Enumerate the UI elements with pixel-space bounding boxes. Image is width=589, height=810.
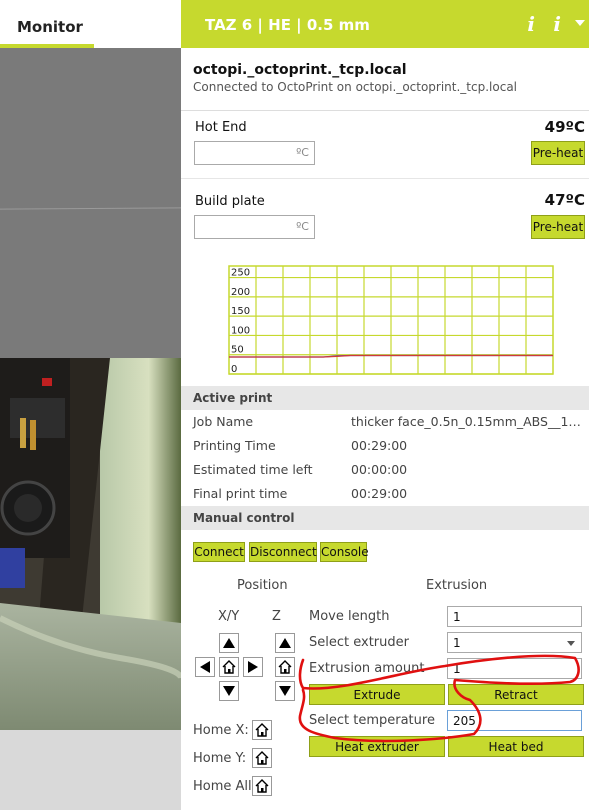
home-icon [255, 779, 269, 793]
move-length-label: Move length [309, 609, 390, 624]
home-x-label: Home X: [193, 723, 249, 738]
disconnect-button[interactable]: Disconnect [249, 542, 317, 562]
arrow-right-icon [248, 661, 258, 673]
row-label: Printing Time [193, 438, 276, 453]
time-left-row: Estimated time left 00:00:00 [181, 458, 589, 482]
printer-title: TAZ 6 | HE | 0.5 mm [205, 16, 370, 34]
camera-feed [0, 358, 181, 730]
tab-monitor[interactable]: Monitor [0, 0, 94, 48]
home-y-label: Home Y: [193, 751, 247, 766]
home-icon [222, 660, 236, 674]
info-icon-2[interactable]: i [553, 12, 561, 36]
jog-home-xy-button[interactable] [219, 657, 239, 677]
build-plate-panel: Build plate 47ºC ºC Pre-heat [181, 179, 589, 254]
unit-label: ºC [296, 146, 309, 159]
chevron-down-icon[interactable] [575, 20, 585, 26]
chevron-down-icon [567, 641, 575, 646]
select-extruder-label: Select extruder [309, 635, 409, 650]
chart-y-tick-label: 200 [231, 287, 250, 298]
extrusion-amount-label: Extrusion amount [309, 661, 425, 676]
temperature-chart: 250 200 150 100 50 0 [181, 254, 589, 384]
home-icon [255, 751, 269, 765]
unit-label: ºC [296, 220, 309, 233]
jog-z-minus-button[interactable] [275, 681, 295, 701]
build-plate-label: Build plate [195, 194, 265, 209]
extrusion-amount-input[interactable]: 1 [447, 658, 582, 679]
heat-extruder-button[interactable]: Heat extruder [309, 736, 445, 757]
extrude-button[interactable]: Extrude [309, 684, 445, 705]
active-print-heading: Active print [181, 386, 589, 410]
select-temperature-input[interactable]: 205 [447, 710, 582, 731]
chart-y-tick-label: 0 [231, 364, 237, 375]
jog-x-minus-button[interactable] [195, 657, 215, 677]
tab-bar: Monitor [0, 0, 181, 48]
manual-control-heading: Manual control [181, 506, 589, 530]
heat-bed-button[interactable]: Heat bed [448, 736, 584, 757]
arrow-left-icon [200, 661, 210, 673]
final-print-time-row: Final print time 00:29:00 [181, 482, 589, 506]
arrow-up-icon [223, 638, 235, 648]
info-icon[interactable]: i [527, 12, 535, 36]
jog-y-minus-button[interactable] [219, 681, 239, 701]
connect-button[interactable]: Connect [193, 542, 245, 562]
divider [0, 207, 181, 210]
arrow-down-icon [223, 686, 235, 696]
chart-y-tick-label: 250 [231, 268, 250, 279]
connection-info: octopi._octoprint._tcp.local Connected t… [181, 48, 589, 111]
home-y-button[interactable] [252, 748, 272, 768]
connection-host: octopi._octoprint._tcp.local [193, 62, 407, 78]
z-label: Z [272, 609, 281, 624]
extrusion-heading: Extrusion [426, 578, 488, 593]
build-plate-temperature: 47ºC [544, 191, 585, 209]
position-heading: Position [237, 578, 288, 593]
row-value: 00:00:00 [351, 462, 408, 477]
row-label: Estimated time left [193, 462, 313, 477]
build-plate-target-input[interactable]: ºC [194, 215, 315, 239]
printer-header: TAZ 6 | HE | 0.5 mm i i [181, 0, 589, 48]
printing-time-row: Printing Time 00:29:00 [181, 434, 589, 458]
hot-end-temperature: 49ºC [544, 118, 585, 136]
left-bottom-area [0, 730, 181, 810]
connection-status: Connected to OctoPrint on octopi._octopr… [193, 80, 518, 94]
right-pane: TAZ 6 | HE | 0.5 mm i i octopi._octoprin… [181, 0, 589, 810]
row-label: Final print time [193, 486, 288, 501]
camera-image [0, 358, 181, 730]
job-name-row: Job Name thicker face_0.5n_0.15mm_ABS__1… [181, 410, 589, 434]
select-temperature-label: Select temperature [309, 713, 435, 728]
console-button[interactable]: Console [320, 542, 369, 562]
row-value: thicker face_0.5n_0.15mm_ABS__19m.gcode [351, 414, 587, 429]
selected-value: 1 [453, 636, 461, 650]
select-extruder-dropdown[interactable]: 1 [447, 632, 582, 653]
chart-y-tick-label: 100 [231, 325, 250, 336]
hot-end-panel: Hot End 49ºC ºC Pre-heat [181, 111, 589, 179]
chart-y-tick-label: 150 [231, 306, 250, 317]
row-label: Job Name [193, 414, 254, 429]
temperature-chart-svg: 250 200 150 100 50 0 [228, 265, 554, 375]
jog-x-plus-button[interactable] [243, 657, 263, 677]
home-all-label: Home All: [193, 779, 257, 794]
home-icon [278, 660, 292, 674]
arrow-down-icon [279, 686, 291, 696]
jog-z-plus-button[interactable] [275, 633, 295, 653]
chart-y-tick-label: 50 [231, 345, 244, 356]
camera-placeholder [0, 48, 181, 358]
move-length-input[interactable]: 1 [447, 606, 582, 627]
hot-end-target-input[interactable]: ºC [194, 141, 315, 165]
left-pane: Monitor [0, 0, 181, 810]
home-x-button[interactable] [252, 720, 272, 740]
jog-y-plus-button[interactable] [219, 633, 239, 653]
hot-end-preheat-button[interactable]: Pre-heat [531, 141, 585, 165]
row-value: 00:29:00 [351, 438, 408, 453]
home-all-button[interactable] [252, 776, 272, 796]
xy-label: X/Y [218, 609, 240, 624]
home-icon [255, 723, 269, 737]
arrow-up-icon [279, 638, 291, 648]
hot-end-label: Hot End [195, 120, 247, 135]
retract-button[interactable]: Retract [448, 684, 584, 705]
jog-home-z-button[interactable] [275, 657, 295, 677]
build-plate-preheat-button[interactable]: Pre-heat [531, 215, 585, 239]
row-value: 00:29:00 [351, 486, 408, 501]
